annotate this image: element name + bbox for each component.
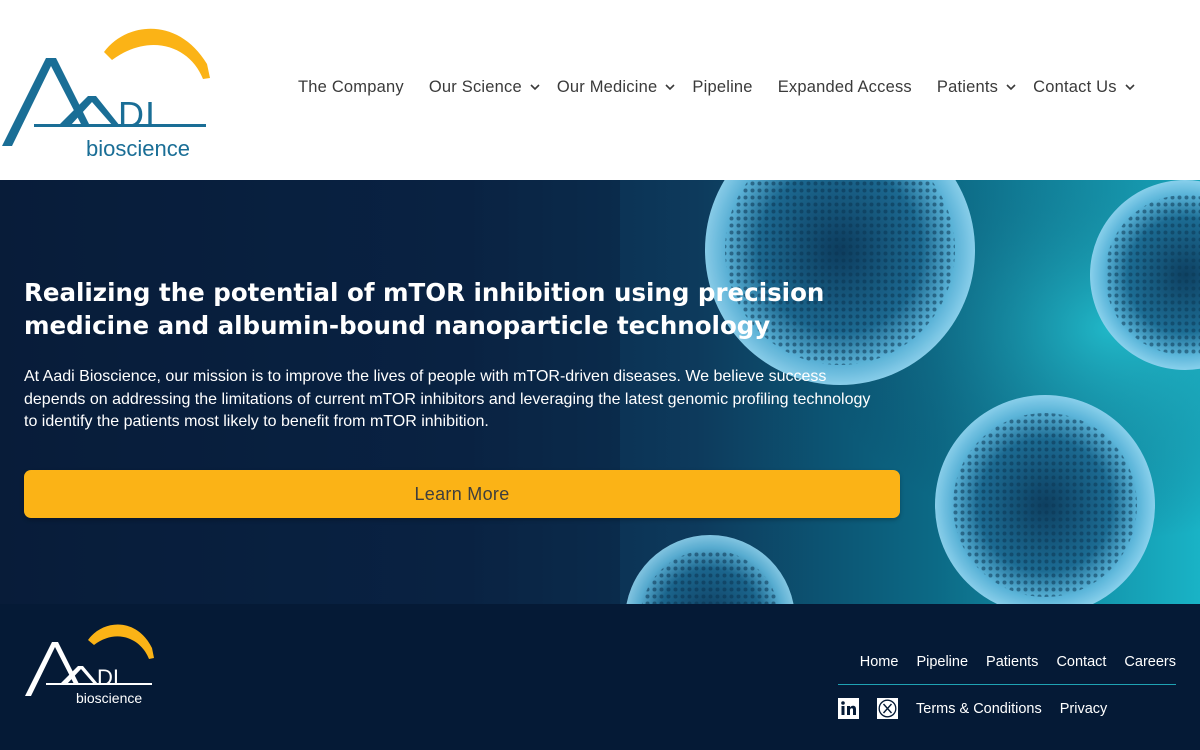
site-header: DI bioscience The Company Our Science Ou… [0, 0, 1200, 180]
footer-link-pipeline[interactable]: Pipeline [916, 654, 968, 670]
main-nav: The Company Our Science Our Medicine Pip… [298, 74, 1136, 100]
chevron-down-icon [665, 84, 675, 91]
footer-link-home[interactable]: Home [860, 654, 899, 670]
nav-item-contact-us[interactable]: Contact Us [1033, 78, 1136, 97]
linkedin-icon[interactable] [838, 698, 859, 719]
footer-link-terms[interactable]: Terms & Conditions [916, 701, 1042, 717]
footer-link-contact[interactable]: Contact [1056, 654, 1106, 670]
aadi-bioscience-logo[interactable]: DI bioscience [0, 18, 215, 163]
hero-title: Realizing the potential of mTOR inhibiti… [24, 278, 825, 340]
nav-label: Our Science [428, 77, 522, 96]
footer-link-careers[interactable]: Careers [1124, 654, 1176, 670]
nav-label: Expanded Access [777, 77, 912, 96]
chevron-down-icon [1125, 84, 1135, 91]
x-icon[interactable] [877, 698, 898, 719]
nav-label: Our Medicine [556, 77, 658, 96]
footer-links: Home Pipeline Patients Contact Careers [860, 654, 1176, 670]
svg-text:DI: DI [118, 94, 156, 135]
nav-label: Contact Us [1033, 77, 1117, 96]
logo-wordmark: bioscience [86, 136, 190, 161]
nav-item-patients[interactable]: Patients [937, 78, 1017, 97]
nav-item-our-medicine[interactable]: Our Medicine [557, 78, 677, 97]
footer-logo-wordmark: bioscience [76, 690, 142, 706]
nav-item-our-science[interactable]: Our Science [429, 78, 541, 97]
nav-label: Patients [936, 77, 999, 96]
hero-description: At Aadi Bioscience, our mission is to im… [24, 368, 871, 430]
learn-more-button[interactable]: Learn More [24, 470, 900, 518]
footer-bottom-row: Terms & Conditions Privacy [838, 698, 1107, 719]
svg-text:DI: DI [97, 665, 119, 690]
chevron-down-icon [1006, 84, 1016, 91]
chevron-down-icon [530, 84, 540, 91]
footer-logo[interactable]: DI bioscience [24, 618, 156, 708]
hero-banner: Realizing the potential of mTOR inhibiti… [0, 180, 1200, 604]
nav-item-expanded-access[interactable]: Expanded Access [778, 78, 912, 97]
footer-link-privacy[interactable]: Privacy [1060, 701, 1108, 717]
site-footer: DI bioscience Home Pipeline Patients Con… [0, 604, 1200, 750]
nav-label: Pipeline [692, 77, 753, 96]
footer-divider [838, 684, 1176, 685]
nav-item-the-company[interactable]: The Company [298, 78, 404, 97]
nav-item-pipeline[interactable]: Pipeline [692, 78, 752, 97]
nav-label: The Company [298, 77, 404, 96]
footer-link-patients[interactable]: Patients [986, 654, 1038, 670]
